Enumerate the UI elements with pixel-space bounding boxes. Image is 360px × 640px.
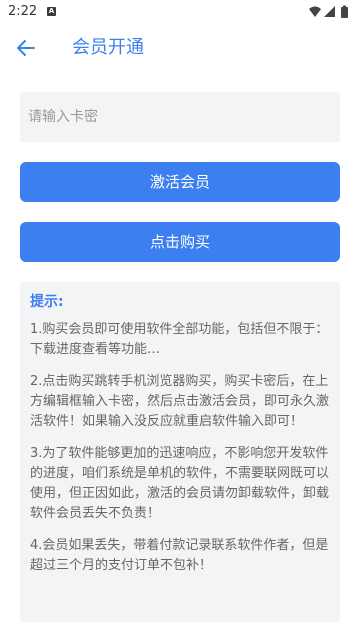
buy-button[interactable]: 点击购买 <box>20 222 340 262</box>
screen: 2:22 A 会员开通 激活会员 点击购买 提示: 1.购买会员即可使用软件全部… <box>0 0 360 640</box>
bottom-edge <box>0 622 360 640</box>
tips-paragraph: 2.点击购买跳转手机浏览器购买，购买卡密后，在上方编辑框输入卡密，然后点击激活会… <box>30 374 330 429</box>
status-time: 2:22 <box>8 4 38 19</box>
tips-paragraph: 3.为了软件能够更加的迅速响应，不影响您开发软件的进度，咱们系统是单机的软件，不… <box>30 446 330 521</box>
card-key-field[interactable] <box>20 92 340 142</box>
tips-panel: 提示: 1.购买会员即可使用软件全部功能，包括但不限于：下载进度查看等功能… 2… <box>20 282 340 622</box>
tips-title: 提示: <box>30 294 64 310</box>
app-bar: 会员开通 <box>0 24 360 72</box>
page-title: 会员开通 <box>72 37 144 58</box>
status-bar: 2:22 A <box>0 0 360 24</box>
wifi-icon <box>309 6 321 17</box>
card-key-input[interactable] <box>20 92 340 142</box>
notification-icon: A <box>47 7 56 16</box>
battery-icon <box>341 5 348 18</box>
tips-paragraph: 4.会员如果丢失，带着付款记录联系软件作者，但是超过三个月的支付订单不包补！ <box>30 538 329 573</box>
activate-membership-button[interactable]: 激活会员 <box>20 162 340 202</box>
signal-icon <box>324 6 335 17</box>
tips-paragraph: 1.购买会员即可使用软件全部功能，包括但不限于：下载进度查看等功能… <box>30 322 329 357</box>
status-icons <box>309 5 348 18</box>
arrow-left-icon[interactable] <box>14 36 38 60</box>
